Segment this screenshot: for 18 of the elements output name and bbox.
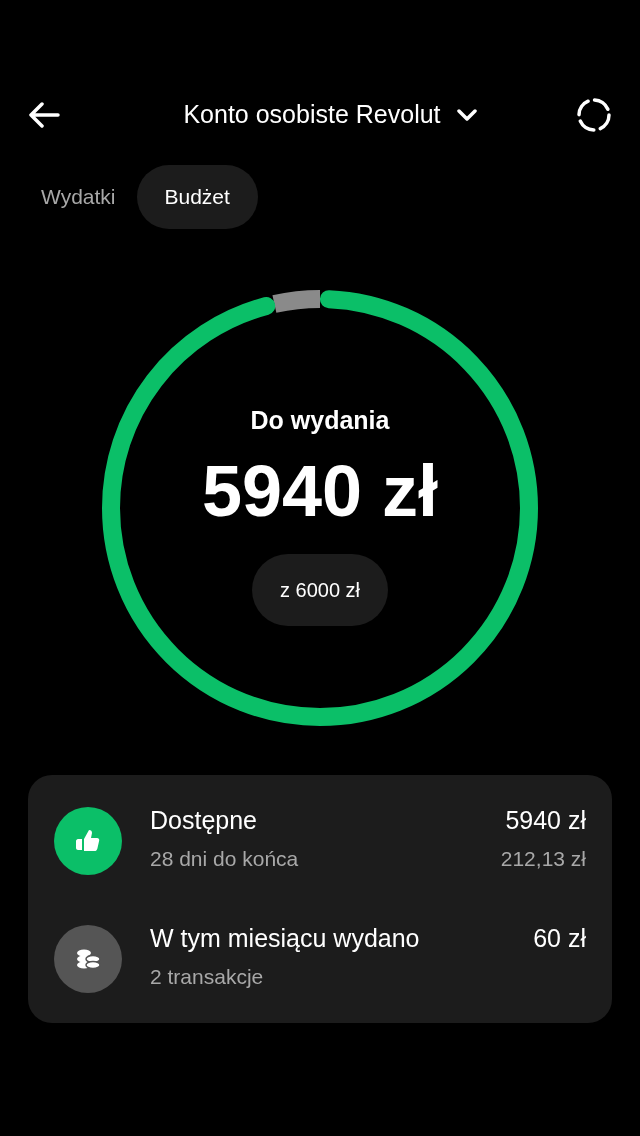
budget-total-pill: z 6000 zł xyxy=(251,554,389,626)
chevron-down-icon xyxy=(456,109,477,121)
row-title: W tym miesiącu wydano xyxy=(150,922,421,953)
loading-icon[interactable] xyxy=(576,97,612,133)
account-selector[interactable]: Konto osobiste Revolut xyxy=(183,96,477,134)
row-secondary-amount: 212,13 zł xyxy=(500,845,586,872)
row-title: Dostępne xyxy=(150,804,259,835)
row-subtitle: 28 dni do końca xyxy=(150,845,300,872)
row-amount: 60 zł xyxy=(533,922,586,953)
tab[interactable]: Wydatki xyxy=(28,165,129,229)
budget-ring-spent-arc xyxy=(272,289,321,313)
tab[interactable]: Budżet xyxy=(136,165,258,229)
budget-amount: 5940 zł xyxy=(201,455,439,527)
budget-caption: Do wydania xyxy=(250,404,390,436)
back-button[interactable] xyxy=(28,99,60,131)
row-amount: 5940 zł xyxy=(505,804,586,835)
back-arrow-icon xyxy=(28,102,60,128)
row-subtitle: 2 transakcje xyxy=(150,963,265,990)
